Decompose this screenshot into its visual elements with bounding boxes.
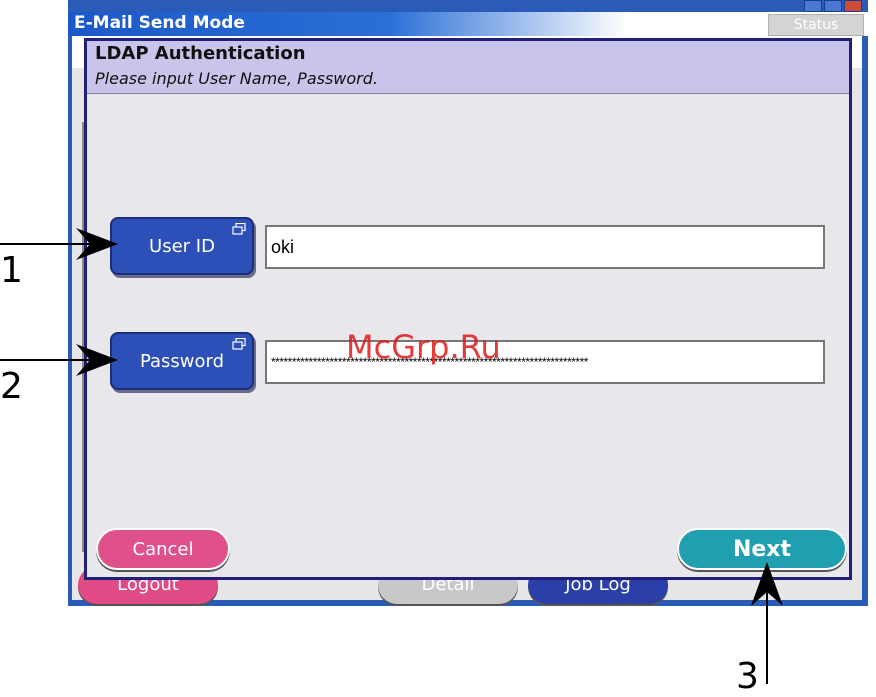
callout-1: 1 xyxy=(0,250,23,291)
callout-arrows xyxy=(0,228,783,684)
callout-3: 3 xyxy=(736,656,759,697)
callout-2: 2 xyxy=(0,366,23,407)
